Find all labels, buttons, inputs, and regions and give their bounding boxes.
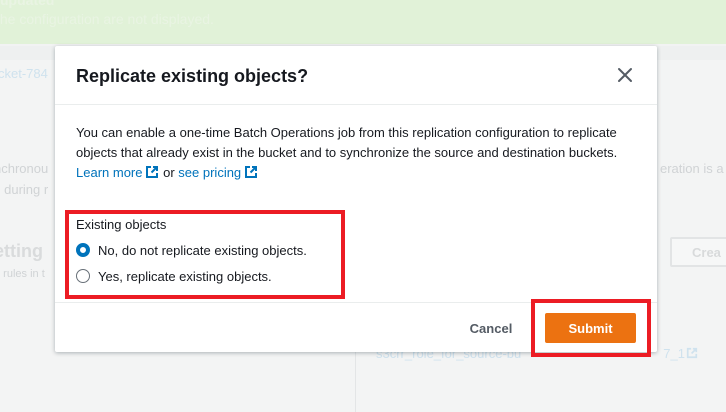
create-button[interactable]: Crea (670, 237, 726, 267)
modal-title: Replicate existing objects? (76, 66, 309, 86)
settings-subtext: n rules in t (0, 268, 45, 280)
cancel-button[interactable]: Cancel (459, 313, 523, 343)
modal-header: Replicate existing objects? (55, 46, 657, 105)
settings-heading: etting (0, 241, 43, 261)
background-text-1: nchronou (0, 161, 49, 176)
role-link-suffix: 7_1 (663, 346, 685, 361)
external-link-icon (145, 165, 159, 179)
highlight-box-options (65, 210, 345, 299)
highlight-box-submit (531, 299, 651, 357)
see-pricing-link[interactable]: see pricing (178, 165, 258, 180)
external-link-icon (686, 346, 698, 359)
description-text: You can enable a one-time Batch Operatio… (76, 125, 618, 160)
see-pricing-label: see pricing (178, 165, 242, 180)
success-banner: updated the configuration are not displa… (0, 0, 726, 44)
modal-description: You can enable a one-time Batch Operatio… (76, 123, 636, 183)
external-link-icon (244, 165, 258, 179)
or-text: or (163, 165, 175, 180)
banner-title: updated (0, 0, 55, 8)
background-text-3: eration is a s (660, 161, 726, 176)
background-text-2: s during r (0, 182, 49, 197)
learn-more-label: Learn more (76, 165, 143, 180)
close-icon (617, 67, 633, 88)
bucket-link[interactable]: cket-784 (0, 66, 48, 81)
learn-more-link[interactable]: Learn more (76, 165, 159, 180)
banner-text: the configuration are not displayed. (0, 11, 214, 27)
create-button-label: Crea (692, 245, 721, 260)
close-button[interactable] (612, 64, 638, 90)
